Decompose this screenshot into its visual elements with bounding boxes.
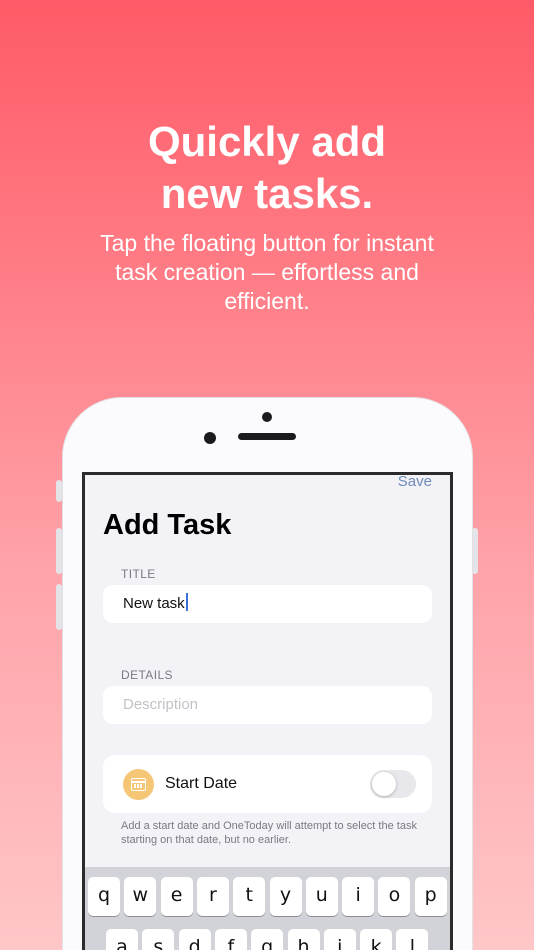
key-a[interactable]: a	[106, 929, 138, 950]
phone-speaker	[238, 433, 296, 440]
key-g[interactable]: g	[251, 929, 284, 950]
key-i[interactable]: i	[342, 877, 375, 916]
key-p[interactable]: p	[414, 877, 447, 916]
key-w[interactable]: w	[124, 877, 157, 916]
start-date-row[interactable]: Start Date	[103, 755, 432, 813]
details-section-label: DETAILS	[121, 668, 173, 682]
key-f[interactable]: f	[214, 929, 247, 950]
title-input-value: New task	[123, 595, 185, 612]
key-k[interactable]: k	[360, 929, 393, 950]
key-e[interactable]: e	[160, 877, 193, 916]
key-h[interactable]: h	[287, 929, 320, 950]
key-s[interactable]: s	[142, 929, 175, 950]
calendar-icon	[123, 769, 154, 800]
key-y[interactable]: y	[269, 877, 302, 916]
page-title: Add Task	[103, 509, 232, 541]
headline-line-1: Quickly add	[147, 118, 387, 165]
details-input[interactable]: Description	[103, 686, 432, 724]
details-placeholder: Description	[123, 696, 199, 713]
start-date-toggle[interactable]	[370, 770, 416, 798]
phone-screen: Save Add Task TITLE New task DETAILS Des…	[82, 472, 453, 950]
headline-line-2: new tasks.	[160, 170, 374, 217]
phone-camera	[204, 432, 216, 444]
text-caret	[185, 593, 188, 611]
title-input[interactable]: New task	[103, 585, 432, 623]
start-date-hint: Add a start date and OneToday will attem…	[121, 820, 417, 846]
key-t[interactable]: t	[233, 877, 266, 916]
key-l[interactable]: l	[396, 929, 429, 950]
key-r[interactable]: r	[196, 877, 229, 916]
save-button[interactable]: Save	[398, 475, 432, 490]
title-section-label: TITLE	[121, 567, 156, 581]
start-date-label: Start Date	[165, 775, 238, 792]
subheadline: Tap the floating button for instant task…	[60, 229, 474, 316]
subheadline-line-3: efficient.	[224, 288, 310, 314]
phone-sensor	[262, 412, 272, 422]
keyboard: qwertyuiop asdfghjkl	[85, 867, 450, 950]
key-j[interactable]: j	[323, 929, 356, 950]
toggle-knob	[372, 772, 396, 796]
headline: Quickly add new tasks.	[0, 116, 534, 220]
key-u[interactable]: u	[305, 877, 338, 916]
subheadline-line-1: Tap the floating button for instant	[100, 230, 434, 256]
key-o[interactable]: o	[378, 877, 411, 916]
subheadline-line-2: task creation — effortless and	[115, 259, 419, 285]
key-d[interactable]: d	[178, 929, 211, 950]
key-q[interactable]: q	[88, 877, 120, 916]
